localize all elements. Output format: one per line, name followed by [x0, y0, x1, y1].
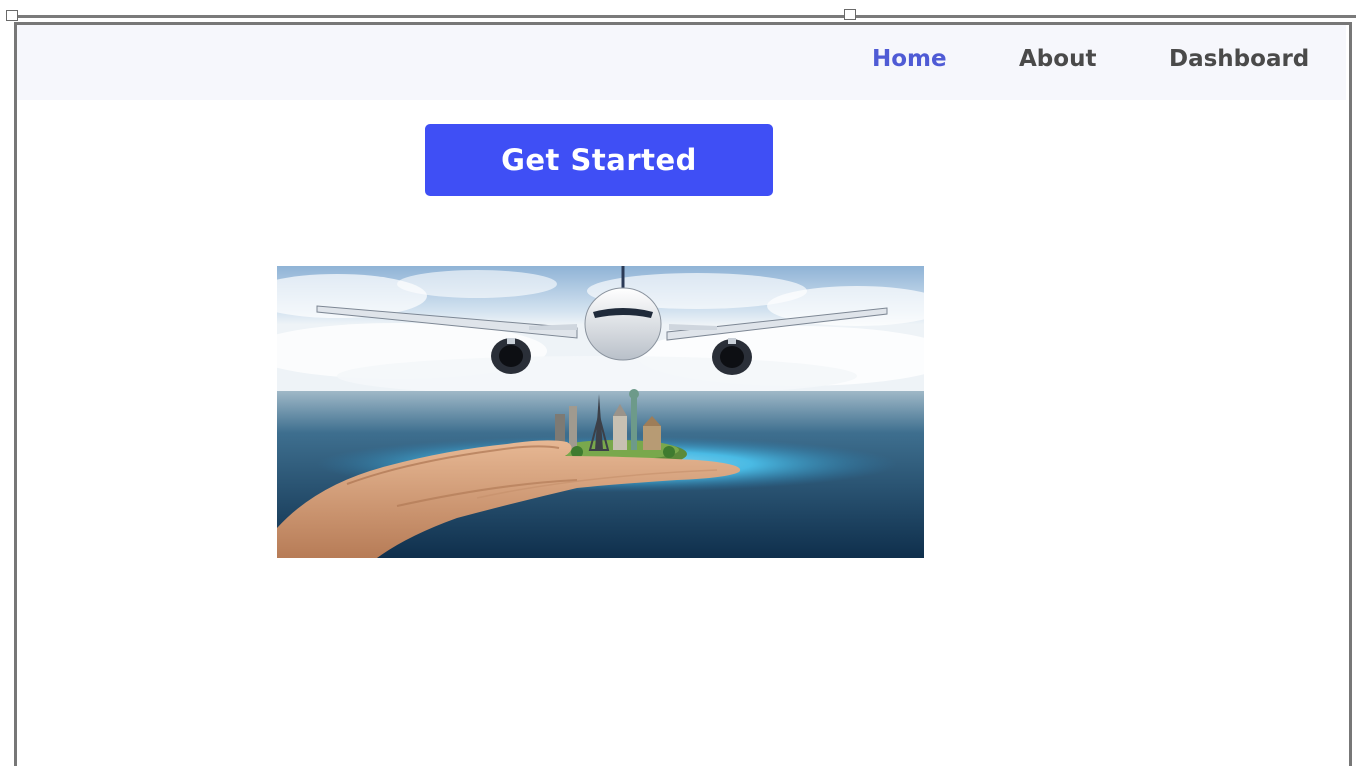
nav-link-home[interactable]: Home	[872, 46, 947, 72]
airplane-over-hand-holding-landmarks-image	[277, 266, 924, 558]
resize-handle-top-middle[interactable]	[844, 9, 856, 20]
hero-image	[277, 266, 924, 558]
nav-link-dashboard[interactable]: Dashboard	[1169, 46, 1309, 72]
resize-handle-top-left[interactable]	[6, 10, 18, 21]
selection-top-edge	[8, 15, 1356, 18]
get-started-button[interactable]: Get Started	[425, 124, 773, 196]
nav-link-about[interactable]: About	[1019, 46, 1096, 72]
top-navbar: Home About Dashboard	[17, 25, 1346, 100]
screenshot-canvas: Home About Dashboard Get Started	[0, 0, 1358, 766]
